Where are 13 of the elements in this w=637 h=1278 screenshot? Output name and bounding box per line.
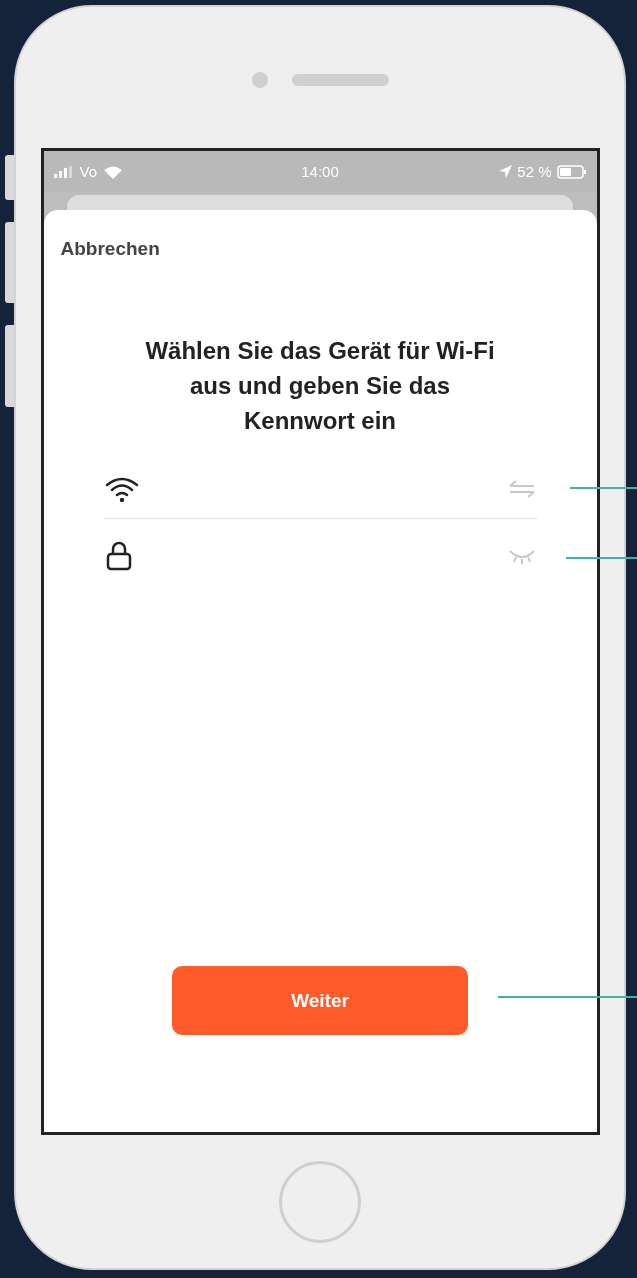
battery-icon xyxy=(556,164,587,179)
leader-line xyxy=(566,557,637,559)
location-arrow-icon xyxy=(499,165,513,178)
leader-line xyxy=(570,487,637,489)
wifi-icon xyxy=(103,164,124,179)
signal-icon xyxy=(53,165,74,178)
carrier-name: Vo xyxy=(79,163,98,180)
camera-dot xyxy=(251,71,268,88)
page-title: Wählen Sie das Gerät für Wi-Fi aus und geben Sie das Kennwort ein xyxy=(144,336,496,436)
wifi-icon xyxy=(103,475,140,503)
cancel-button[interactable]: Abbrechen xyxy=(60,238,160,260)
battery-percent: 52 % xyxy=(517,163,552,180)
clock-time: 14:00 xyxy=(301,163,339,180)
